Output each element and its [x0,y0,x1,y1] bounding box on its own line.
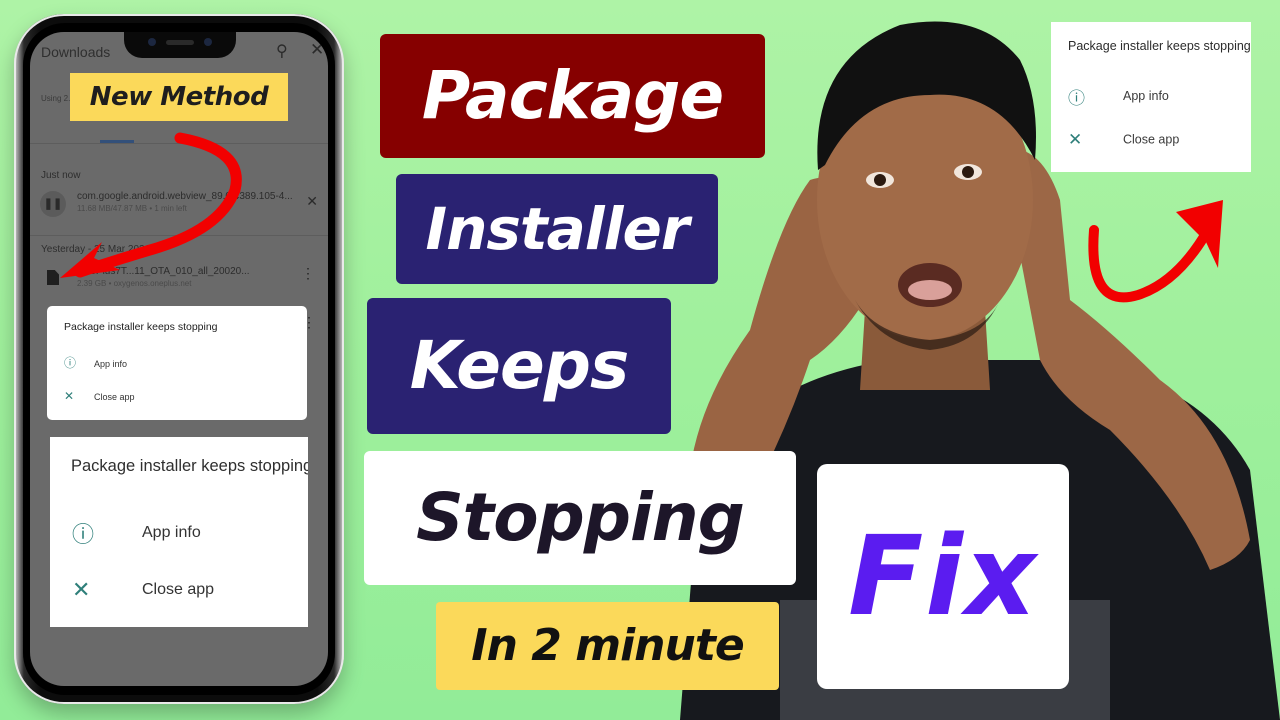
close-app-option[interactable]: ✕ Close app [64,389,135,403]
info-icon: ⓘ [1068,89,1085,108]
cancel-download-icon[interactable]: ✕ [306,193,318,210]
speaker-grille [166,40,194,45]
option-label: Close app [142,581,215,599]
title-keeps: Keeps [367,298,671,434]
close-icon: ✕ [1068,130,1083,149]
close-icon[interactable]: ✕ [310,40,324,60]
error-dialog-large: Package installer keeps stopping ⓘ App in… [50,437,308,627]
app-info-option[interactable]: ⓘ App info [64,354,127,371]
title-in-2-minute: In 2 minute [436,602,779,690]
camera-icon [148,38,156,46]
more-options-icon[interactable]: ⋮ [301,266,315,280]
dialog-title: Package installer keeps stopping [64,321,218,333]
title-fix: Fix [817,464,1069,689]
title-package: Package [380,34,765,158]
close-icon: ✕ [72,577,91,602]
search-icon[interactable]: ⚲ [276,41,288,61]
app-info-option[interactable]: ⓘ App info [1068,84,1169,109]
option-label: App info [94,359,128,369]
app-title: Downloads [41,44,111,60]
app-info-option[interactable]: ⓘ App info [72,517,201,549]
close-app-option[interactable]: ✕ Close app [72,577,214,603]
error-dialog-small: Package installer keeps stopping ⓘ App in… [47,306,307,420]
info-icon: ⓘ [64,356,77,370]
dialog-title: Package installer keeps stopping [71,457,308,475]
title-installer: Installer [396,174,718,284]
new-method-badge: New Method [70,73,288,121]
close-app-option[interactable]: ✕ Close app [1068,130,1179,150]
close-icon: ✕ [64,389,75,403]
option-label: App info [142,524,201,542]
dialog-title: Package installer keeps stopping [1068,39,1251,53]
error-dialog-top-right: Package installer keeps stopping ⓘ App in… [1051,22,1251,172]
info-icon: ⓘ [72,522,95,547]
option-label: Close app [1123,132,1180,147]
phone-notch [124,32,236,58]
option-label: Close app [94,392,135,402]
red-arrow-up-icon [1088,200,1223,303]
red-arrow-down-icon [60,132,242,278]
option-label: App info [1123,88,1169,103]
sensor-icon [204,38,212,46]
title-stopping: Stopping [364,451,796,585]
